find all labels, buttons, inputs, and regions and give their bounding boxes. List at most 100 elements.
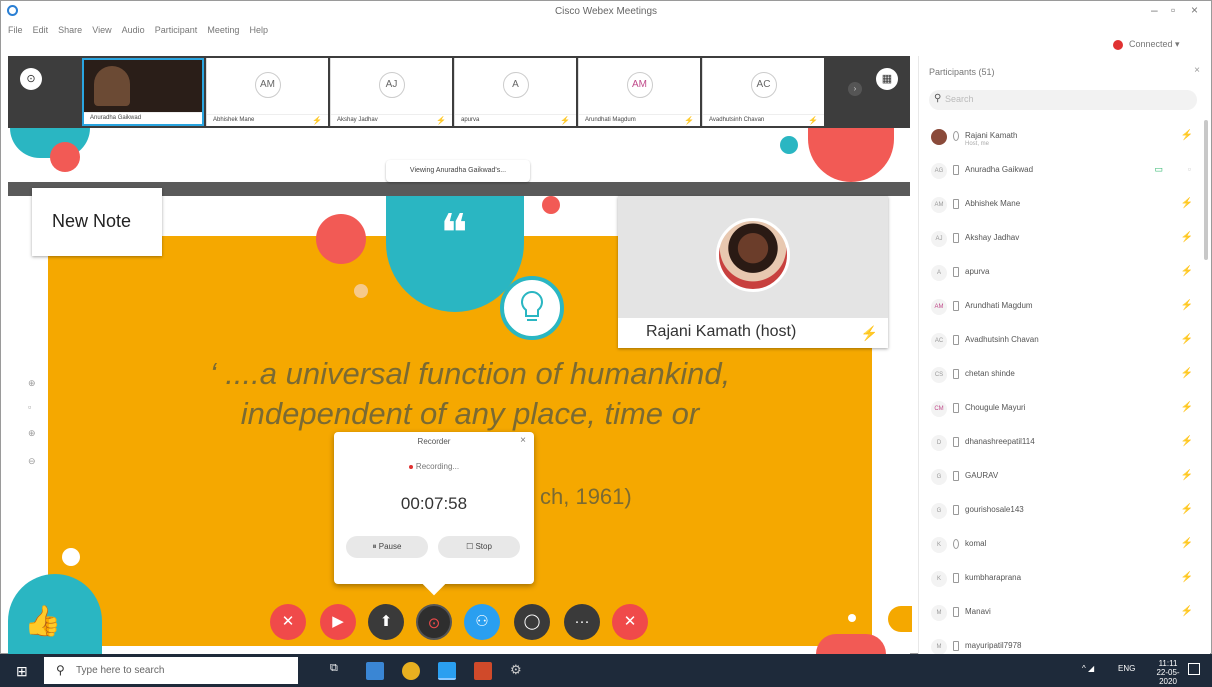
participant-row[interactable]: AC Avadhutsinh Chavan ⚡: [919, 324, 1205, 358]
pause-button[interactable]: ⏸ Pause: [346, 536, 428, 558]
clock[interactable]: 11:11 22-05-2020: [1148, 659, 1188, 686]
mic-muted-icon[interactable]: ⚡: [1181, 198, 1193, 209]
mic-muted-icon[interactable]: ⚡: [1181, 606, 1193, 617]
avatar: AM: [626, 72, 653, 98]
menu-edit[interactable]: Edit: [33, 25, 49, 35]
chrome-icon[interactable]: [402, 662, 420, 680]
mic-muted-icon[interactable]: ⚡: [1181, 538, 1193, 549]
video-tile[interactable]: AM Arundhati Magdum ⚡: [578, 58, 700, 126]
mic-muted-icon[interactable]: ⚡: [1181, 504, 1193, 515]
mic-muted-icon[interactable]: ⚡: [1181, 334, 1193, 345]
mic-muted-icon[interactable]: ⚡: [1181, 300, 1193, 311]
stop-video-button[interactable]: ▶: [320, 604, 356, 640]
mute-button[interactable]: ✕: [270, 604, 306, 640]
taskbar-search-input[interactable]: Type here to search: [76, 665, 164, 676]
slide-decoration: [542, 196, 560, 214]
menu-participant[interactable]: Participant: [155, 25, 198, 35]
video-tile[interactable]: AM Abhishek Mane ⚡: [206, 58, 328, 126]
grid-view-icon[interactable]: ▦: [876, 68, 898, 90]
video-tile[interactable]: AJ Akshay Jadhav ⚡: [330, 58, 452, 126]
end-meeting-button[interactable]: ✕: [612, 604, 648, 640]
windows-start-icon[interactable]: ⊞: [16, 664, 30, 678]
search-icon: ⚲: [56, 663, 65, 677]
notifications-icon[interactable]: [1188, 663, 1200, 675]
menu-bar: File Edit Share View Audio Participant M…: [1, 23, 919, 39]
record-button[interactable]: ⊙: [416, 604, 452, 640]
share-button[interactable]: ⬆: [368, 604, 404, 640]
participants-button[interactable]: ⚇: [464, 604, 500, 640]
participant-row[interactable]: Rajani Kamath Host, me ⚡: [919, 120, 1205, 154]
menu-file[interactable]: File: [8, 25, 23, 35]
zoom-in-icon[interactable]: ⊕: [28, 378, 36, 389]
device-icon: [953, 641, 959, 651]
video-tile[interactable]: AC Avadhutsinh Chavan ⚡: [702, 58, 824, 126]
participant-row[interactable]: K kumbharaprana ⚡: [919, 562, 1205, 596]
mic-muted-icon[interactable]: ⚡: [1181, 470, 1193, 481]
participant-row[interactable]: M Manavi ⚡: [919, 596, 1205, 630]
participant-row[interactable]: AG Anuradha Gaikwad ▭ ▫: [919, 154, 1205, 188]
participant-row[interactable]: AM Arundhati Magdum ⚡: [919, 290, 1205, 324]
participants-header[interactable]: Participants (51): [929, 67, 995, 77]
participant-row[interactable]: CM Chougule Mayuri ⚡: [919, 392, 1205, 426]
mic-icon[interactable]: ▫: [1188, 164, 1191, 174]
zoom-fit-icon[interactable]: ▫: [28, 402, 31, 412]
participant-row[interactable]: AJ Akshay Jadhav ⚡: [919, 222, 1205, 256]
participant-row[interactable]: G GAURAV ⚡: [919, 460, 1205, 494]
menu-audio[interactable]: Audio: [122, 25, 145, 35]
mic-muted-icon[interactable]: ⚡: [1181, 436, 1193, 447]
next-page-icon[interactable]: ›: [848, 82, 862, 96]
zoom-out-icon[interactable]: ⊖: [28, 456, 36, 467]
taskbar-search[interactable]: ⚲ Type here to search: [44, 657, 298, 684]
language-indicator[interactable]: ENG: [1118, 664, 1135, 673]
participant-search[interactable]: ⚲ Search: [929, 90, 1197, 110]
video-tile[interactable]: Anuradha Gaikwad: [82, 58, 204, 126]
mic-muted-icon[interactable]: ⚡: [1181, 368, 1193, 379]
close-button[interactable]: ×: [1191, 3, 1198, 17]
recording-status: Recording...: [334, 462, 534, 471]
record-icon: ⊙: [427, 615, 441, 632]
menu-help[interactable]: Help: [249, 25, 268, 35]
device-icon: [953, 131, 959, 141]
menu-view[interactable]: View: [92, 25, 111, 35]
participant-row[interactable]: CS chetan shinde ⚡: [919, 358, 1205, 392]
participant-row[interactable]: K komal ⚡: [919, 528, 1205, 562]
recorder-close-icon[interactable]: ×: [520, 435, 526, 446]
participant-row[interactable]: D dhanashreepatil114 ⚡: [919, 426, 1205, 460]
task-view-icon[interactable]: ⧉: [330, 662, 348, 680]
video-tile-name: Abhishek Mane: [207, 114, 328, 126]
menu-meeting[interactable]: Meeting: [207, 25, 239, 35]
participant-row[interactable]: A apurva ⚡: [919, 256, 1205, 290]
file-explorer-icon[interactable]: [366, 662, 384, 680]
more-options-button[interactable]: ···: [564, 604, 600, 640]
chat-button[interactable]: ◯: [514, 604, 550, 640]
mic-muted-icon[interactable]: ⚡: [1181, 232, 1193, 243]
minimize-button[interactable]: –: [1151, 3, 1158, 17]
participant-row[interactable]: G gourishosale143 ⚡: [919, 494, 1205, 528]
video-tile[interactable]: A apurva ⚡: [454, 58, 576, 126]
host-video-panel[interactable]: Rajani Kamath (host) ⚡: [618, 196, 888, 348]
participant-row[interactable]: AM Abhishek Mane ⚡: [919, 188, 1205, 222]
tray-icons[interactable]: ^ ◢: [1082, 664, 1094, 673]
powerpoint-icon[interactable]: [474, 662, 492, 680]
clock-date: 22-05-2020: [1156, 668, 1180, 686]
panel-menu-icon[interactable]: ×: [1194, 65, 1200, 76]
mic-muted-icon[interactable]: ⚡: [1181, 266, 1193, 277]
mic-muted-icon[interactable]: ⚡: [1181, 130, 1193, 141]
settings-icon[interactable]: ⚙: [510, 662, 528, 680]
maximize-button[interactable]: ▫: [1171, 3, 1175, 17]
search-input[interactable]: Search: [945, 94, 974, 104]
participant-row[interactable]: M mayuripatil7978: [919, 630, 1205, 654]
connection-status[interactable]: Connected ▾: [1129, 39, 1180, 50]
mic-muted-icon[interactable]: ⚡: [1181, 402, 1193, 413]
panel-scrollbar[interactable]: [1204, 120, 1208, 260]
menu-share[interactable]: Share: [58, 25, 82, 35]
device-icon: [953, 233, 959, 243]
stop-button[interactable]: ☐ Stop: [438, 536, 520, 558]
layout-icon[interactable]: ⊙: [20, 68, 42, 90]
participant-name: dhanashreepatil114: [965, 437, 1035, 446]
zoom-icon[interactable]: ⊕: [28, 428, 36, 439]
device-icon: [953, 505, 959, 515]
new-note[interactable]: New Note: [32, 188, 162, 256]
webex-taskbar-icon[interactable]: [438, 662, 456, 680]
mic-muted-icon[interactable]: ⚡: [1181, 572, 1193, 583]
